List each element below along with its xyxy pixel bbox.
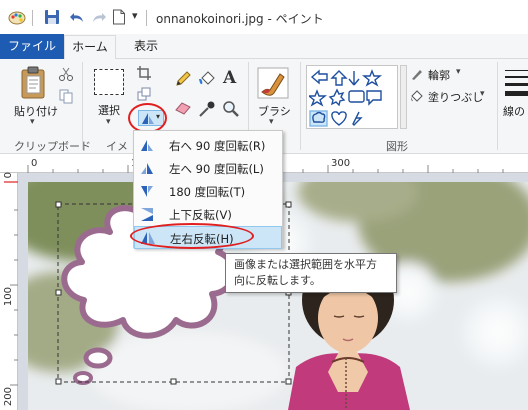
outline-button[interactable]: 輪郭 [428,67,450,83]
menu-item-label: 上下反転(V) [169,208,232,222]
rotate-highlight-circle [128,103,167,133]
line-width-icon[interactable] [505,68,528,98]
paste-dropdown-icon[interactable]: ▾ [30,117,35,127]
group-separator [300,62,301,150]
save-icon[interactable] [44,9,60,25]
menu-item-rotate-right[interactable]: 右へ 90 度回転(R) [134,134,282,157]
ruler-mark: 0 [3,172,14,179]
text-tool-icon[interactable]: A [223,68,236,88]
vertical-ruler: 0 100 200 [0,172,18,410]
outline-icon[interactable] [410,68,424,80]
undo-icon[interactable] [69,9,85,25]
ruler-mark: 0 [31,158,38,169]
ruler-mark: 300 [331,158,351,169]
rotate-right-icon [140,138,154,153]
brushes-button[interactable]: ブラシ [258,103,291,119]
new-file-icon[interactable] [112,9,128,25]
shapes-scrollbar[interactable] [400,65,407,129]
redo-icon[interactable] [91,9,107,25]
copy-icon[interactable] [58,88,74,104]
crop-icon[interactable] [137,66,151,80]
ruler-mark: 100 [3,287,14,307]
image-group-label: イメ [106,140,128,153]
group-separator [82,62,83,150]
quick-access-separator [32,10,33,26]
fill-button[interactable]: 塗りつぶし [428,89,483,105]
paste-icon[interactable] [16,66,52,100]
paint-app-icon[interactable] [8,9,26,25]
ruler-mark: 200 [3,387,14,407]
rotate-180-icon [140,184,154,199]
fill-icon[interactable] [410,89,424,103]
menu-item-rotate-left[interactable]: 左へ 90 度回転(L) [134,157,282,180]
tab-file[interactable]: ファイル [0,34,64,59]
tab-view[interactable]: 表示 [126,34,166,59]
pencil-icon[interactable] [174,70,192,88]
color-picker-icon[interactable] [198,100,216,118]
menu-item-label: 180 度回転(T) [169,185,246,199]
tooltip: 画像または選択範囲を水平方 向に反転します。 [225,253,397,293]
shapes-group-label: 図形 [386,140,408,153]
menu-item-label: 左へ 90 度回転(L) [169,162,264,176]
size-button[interactable]: 線の [503,103,525,119]
flip-horizontal-highlight-ellipse [130,223,254,249]
outline-dropdown-icon[interactable]: ▾ [456,67,461,77]
cut-icon[interactable] [58,66,74,82]
shapes-gallery[interactable] [306,65,398,129]
resize-icon[interactable] [137,87,151,101]
tooltip-line: 画像または選択範囲を水平方 [234,258,377,271]
brush-icon[interactable] [256,66,290,100]
title-separator [146,10,147,26]
brushes-dropdown-icon[interactable]: ▾ [269,117,274,127]
flip-vertical-icon [140,207,154,222]
tooltip-line: 向に反転します。 [234,274,321,287]
menu-item-label: 右へ 90 度回転(R) [169,139,266,153]
customize-quick-access-icon[interactable]: ▾ [132,9,138,22]
menu-item-rotate-180[interactable]: 180 度回転(T) [134,180,282,203]
tab-home[interactable]: ホーム [64,35,116,60]
clipboard-group-label: クリップボード [14,140,91,153]
fill-bucket-icon[interactable] [198,70,216,88]
group-separator [497,62,498,150]
select-icon[interactable] [94,69,124,95]
select-dropdown-icon[interactable]: ▾ [106,117,111,127]
rotate-left-icon [140,161,154,176]
window-title: onnanokoinori.jpg - ペイント [156,12,324,26]
select-button[interactable]: 選択 [98,102,120,118]
fill-dropdown-icon[interactable]: ▾ [480,89,485,99]
magnifier-icon[interactable] [222,100,240,118]
paste-button[interactable]: 貼り付け [14,103,58,119]
eraser-icon[interactable] [174,101,192,115]
